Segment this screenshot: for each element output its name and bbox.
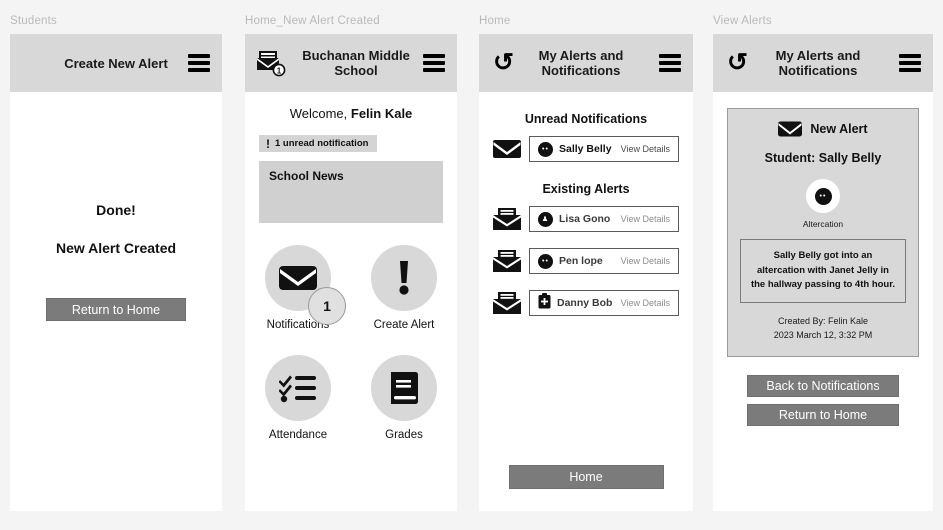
frame-notifications: Home ↺ My Alerts and Notifications Unrea… xyxy=(479,14,693,511)
hamburger-icon[interactable] xyxy=(659,54,681,72)
svg-text:1: 1 xyxy=(277,66,282,75)
hamburger-icon[interactable] xyxy=(899,54,921,72)
tile-circle xyxy=(371,244,437,311)
person-icon: ♟ xyxy=(538,211,553,227)
list-item[interactable]: •• Sally Belly View Details xyxy=(479,136,693,162)
frame-label: View Alerts xyxy=(713,15,772,27)
student-name: Lisa Gono xyxy=(559,213,611,225)
done-heading: Done! xyxy=(96,202,136,218)
checklist-icon xyxy=(279,375,316,402)
angry-face-icon: •• xyxy=(538,253,553,269)
medical-clipboard-icon xyxy=(538,292,551,314)
return-to-home-button[interactable]: Return to Home xyxy=(46,298,186,321)
unread-notification-badge[interactable]: ! 1 unread notification xyxy=(259,135,378,152)
frame-label: Students xyxy=(10,15,57,27)
student-name: Danny Bob xyxy=(557,297,613,309)
welcome-user-name: Felin Kale xyxy=(350,106,413,121)
open-envelope-icon xyxy=(493,292,521,314)
welcome-line: Welcome, Felin Kale xyxy=(245,92,457,121)
alert-heading-label: New Alert xyxy=(810,122,868,136)
alert-heading: New Alert xyxy=(740,121,906,137)
tile-circle xyxy=(265,354,331,421)
angry-face-icon: •• xyxy=(538,141,553,157)
frame-label: Home_New Alert Created xyxy=(245,15,380,27)
alert-card[interactable]: ♟ Lisa Gono View Details xyxy=(529,206,679,232)
view-details-link[interactable]: View Details xyxy=(621,144,670,154)
tile-notifications[interactable]: 1 Notifications xyxy=(245,244,351,343)
home-button[interactable]: Home xyxy=(508,465,664,489)
notification-card[interactable]: •• Sally Belly View Details xyxy=(529,136,679,162)
hamburger-icon[interactable] xyxy=(188,54,210,72)
topbar: ↺ My Alerts and Notifications xyxy=(479,34,693,92)
envelope-icon xyxy=(778,121,803,137)
tile-label: Grades xyxy=(385,428,423,441)
home-tile-grid: 1 Notifications Create Alert Attendance … xyxy=(245,244,457,453)
alert-card[interactable]: •• Pen lope View Details xyxy=(529,248,679,274)
student-name: Sally Belly xyxy=(559,143,612,155)
alert-card[interactable]: Danny Bob View Details xyxy=(529,290,679,316)
angry-face-glyph: •• xyxy=(814,187,832,205)
tile-label: Attendance xyxy=(268,428,328,441)
exclamation-icon: ! xyxy=(266,136,270,151)
school-news-title: School News xyxy=(269,168,344,183)
screen-notifications: ↺ My Alerts and Notifications Unread Not… xyxy=(479,34,693,511)
home-button-wrap: Home xyxy=(479,465,693,489)
undo-arrow-icon[interactable]: ↺ xyxy=(493,50,514,76)
alert-detail-card: New Alert Student: Sally Belly •• Alterc… xyxy=(727,108,919,358)
wireframe-board: Students Create New Alert Done! New Aler… xyxy=(0,0,943,530)
mail-badge-icon: 1 xyxy=(255,48,289,78)
screen-home: 1 Buchanan Middle School Welcome, Felin … xyxy=(245,34,457,511)
tile-create-alert[interactable]: Create Alert xyxy=(351,244,457,343)
screen-students: Create New Alert Done! New Alert Created… xyxy=(10,34,222,511)
unread-badge-label: 1 unread notification xyxy=(275,138,369,149)
tile-label: Create Alert xyxy=(373,318,435,331)
open-envelope-icon xyxy=(493,250,521,272)
screen-view-alerts: ↺ My Alerts and Notifications New Alert … xyxy=(713,34,933,511)
alert-description: Sally Belly got into an altercation with… xyxy=(740,239,906,304)
book-icon xyxy=(391,371,418,404)
view-details-link[interactable]: View Details xyxy=(621,214,670,224)
angry-face-icon: •• xyxy=(806,179,840,213)
topbar: Create New Alert xyxy=(10,34,222,92)
open-envelope-icon xyxy=(493,208,521,230)
return-to-home-button[interactable]: Return to Home xyxy=(747,404,899,427)
done-subheading: New Alert Created xyxy=(55,240,177,256)
tile-circle xyxy=(371,354,437,421)
alert-student-name: Student: Sally Belly xyxy=(764,151,882,165)
alert-type-label: Altercation xyxy=(802,219,844,229)
tile-attendance[interactable]: Attendance xyxy=(245,354,351,453)
frame-students: Students Create New Alert Done! New Aler… xyxy=(10,14,222,511)
alert-meta: Created By: Felin Kale 2023 March 12, 3:… xyxy=(740,315,906,342)
action-buttons: Back to Notifications Return to Home xyxy=(713,375,933,427)
frame-home-new-alert-created: Home_New Alert Created 1 Buchanan Middle… xyxy=(245,14,457,511)
list-item[interactable]: Danny Bob View Details xyxy=(479,290,693,316)
unread-section-heading: Unread Notifications xyxy=(524,112,648,126)
existing-section-heading: Existing Alerts xyxy=(542,182,630,196)
back-to-notifications-button[interactable]: Back to Notifications xyxy=(747,375,899,398)
exclamation-icon xyxy=(399,260,409,295)
closed-envelope-icon xyxy=(493,140,521,158)
envelope-icon xyxy=(279,265,317,290)
alert-created-by: Created By: Felin Kale xyxy=(777,316,869,327)
list-item[interactable]: ♟ Lisa Gono View Details xyxy=(479,206,693,232)
student-name: Pen lope xyxy=(559,255,603,267)
tile-grades[interactable]: Grades xyxy=(351,354,457,453)
alert-created-at: 2023 March 12, 3:32 PM xyxy=(773,329,873,340)
welcome-prefix: Welcome, xyxy=(289,106,351,121)
content-area: Done! New Alert Created Return to Home xyxy=(10,92,222,321)
undo-arrow-icon[interactable]: ↺ xyxy=(727,50,748,76)
frame-label: Home xyxy=(479,15,511,27)
list-item[interactable]: •• Pen lope View Details xyxy=(479,248,693,274)
school-news-card[interactable]: School News xyxy=(259,160,443,223)
notification-count-badge: 1 xyxy=(308,286,346,325)
frame-view-alerts: View Alerts ↺ My Alerts and Notification… xyxy=(713,14,933,511)
topbar: 1 Buchanan Middle School xyxy=(245,34,457,92)
hamburger-icon[interactable] xyxy=(423,54,445,72)
topbar: ↺ My Alerts and Notifications xyxy=(713,34,933,92)
view-details-link[interactable]: View Details xyxy=(621,256,670,266)
view-details-link[interactable]: View Details xyxy=(621,298,670,308)
